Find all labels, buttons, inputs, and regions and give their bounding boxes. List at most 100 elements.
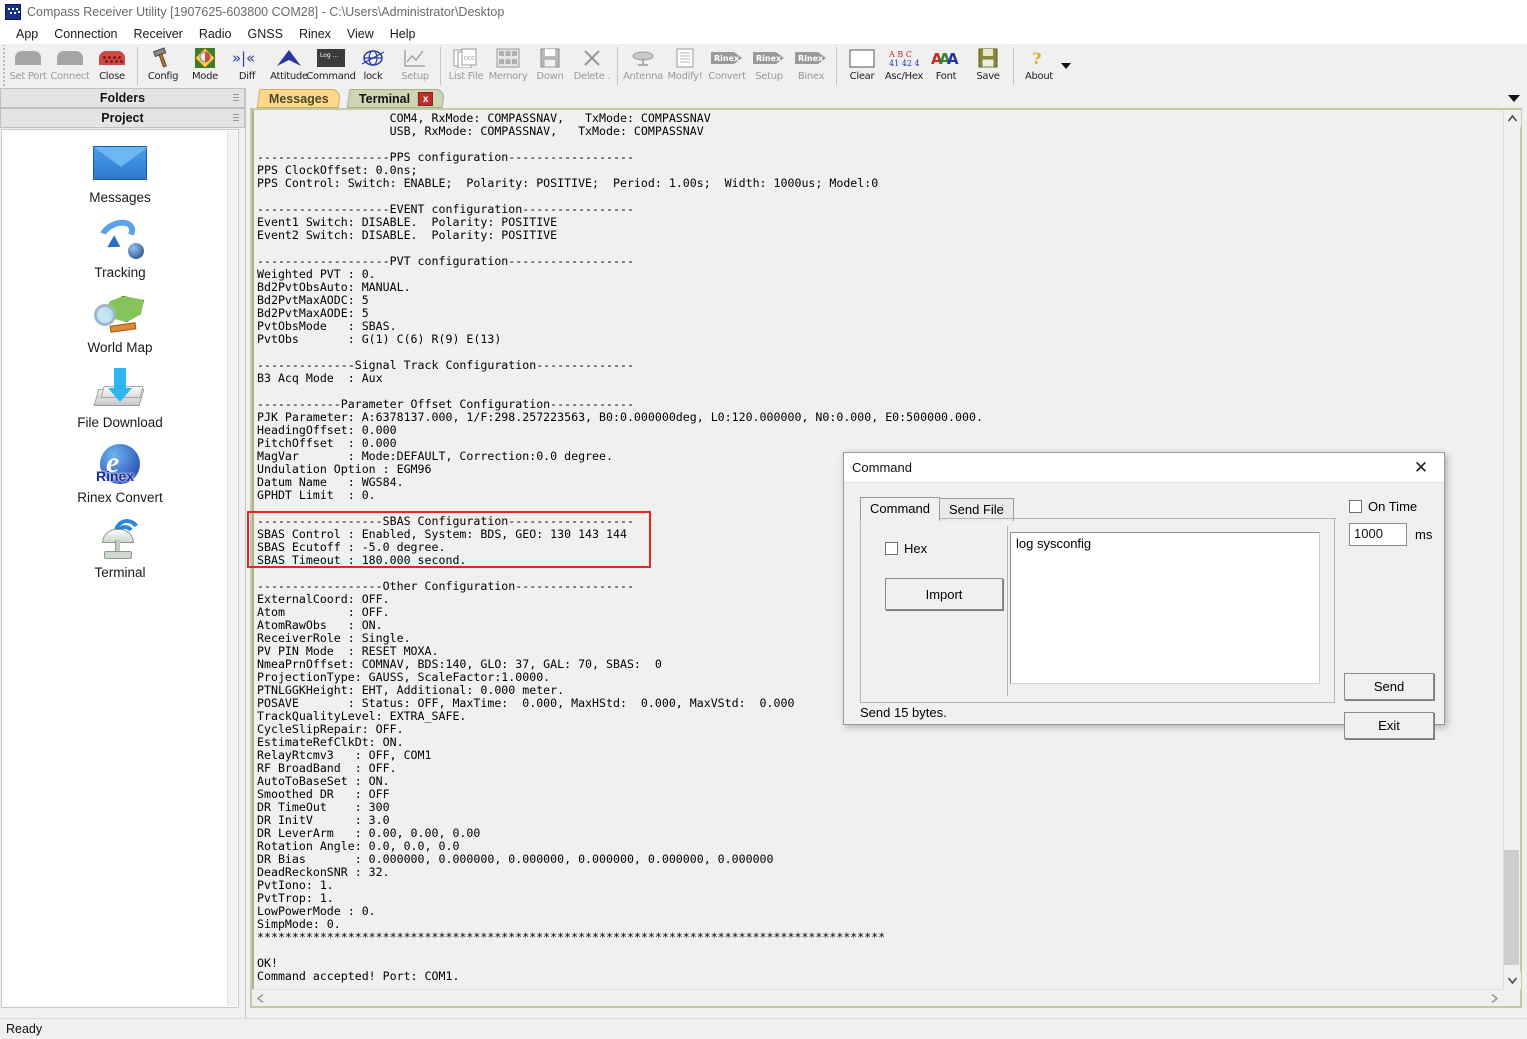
about-button[interactable]: ? About bbox=[1018, 44, 1060, 87]
menu-item-receiver[interactable]: Receiver bbox=[126, 26, 191, 42]
down-button[interactable]: Down bbox=[529, 44, 571, 87]
asc-hex-button[interactable]: A B C 41 42 43 Asc/Hex bbox=[883, 44, 925, 87]
scroll-left-button[interactable] bbox=[252, 990, 269, 1007]
svg-text:Rinex: Rinex bbox=[756, 54, 782, 63]
globe-lock-icon bbox=[355, 47, 391, 69]
toolbar-grip[interactable] bbox=[0, 45, 7, 87]
list-file-button[interactable]: DOC List File bbox=[445, 44, 487, 87]
import-button[interactable]: Import bbox=[885, 578, 1003, 610]
diff-label: Diff bbox=[238, 71, 256, 82]
save-button[interactable]: Save bbox=[967, 44, 1009, 87]
close-icon[interactable]: x bbox=[418, 91, 434, 106]
tab-messages[interactable]: Messages bbox=[256, 89, 342, 108]
terminal-vertical-scrollbar[interactable] bbox=[1503, 110, 1521, 989]
scroll-right-button[interactable] bbox=[1486, 990, 1503, 1007]
toolbar-overflow-button[interactable] bbox=[1060, 44, 1072, 87]
group-vertical-divider bbox=[1007, 526, 1008, 696]
scroll-down-button[interactable] bbox=[1504, 972, 1521, 989]
folders-header[interactable]: Folders bbox=[0, 88, 245, 108]
list-file-label: List File bbox=[448, 71, 484, 82]
tracking-arrow-icon bbox=[91, 214, 149, 261]
tab-terminal-label: Terminal bbox=[359, 91, 411, 106]
tab-terminal[interactable]: Terminal x bbox=[346, 89, 446, 108]
on-time-checkbox[interactable]: On Time bbox=[1349, 499, 1417, 514]
toolbar-group-view: Clear A B C 41 42 43 Asc/Hex A A A bbox=[841, 44, 1009, 89]
command-input[interactable]: log sysconfig bbox=[1010, 532, 1320, 684]
config-button[interactable]: Config bbox=[142, 44, 184, 87]
svg-text:A B C: A B C bbox=[888, 50, 912, 59]
rinex-logo-icon: e Rinex bbox=[91, 440, 149, 486]
checkbox-box-icon bbox=[1349, 500, 1362, 513]
modify-button[interactable]: Modify! bbox=[664, 44, 706, 87]
tab-list-dropdown-button[interactable] bbox=[1507, 91, 1521, 105]
attitude-button[interactable]: Attitude bbox=[268, 44, 310, 87]
send-button[interactable]: Send bbox=[1344, 673, 1434, 700]
port-icon bbox=[10, 47, 46, 69]
terminal-horizontal-scrollbar[interactable] bbox=[252, 989, 1503, 1006]
delete-button[interactable]: Delete . bbox=[571, 44, 613, 87]
rinex-setup-button[interactable]: Rinex Setup bbox=[748, 44, 790, 87]
hex-checkbox-label: Hex bbox=[904, 541, 928, 556]
vertical-scroll-thumb[interactable] bbox=[1504, 850, 1519, 965]
command-button[interactable]: Log ... Command bbox=[306, 44, 356, 87]
toolbar: Set Port Connect Close Config Mode » | «… bbox=[0, 43, 1527, 88]
sidebar-item-file-download[interactable]: File Download bbox=[2, 365, 238, 430]
close-port-button[interactable]: Close bbox=[91, 44, 133, 87]
project-header-label: Project bbox=[101, 111, 144, 125]
sidebar-item-label: Rinex Convert bbox=[77, 490, 163, 505]
font-button[interactable]: A A A Font bbox=[925, 44, 967, 87]
chevron-down-icon bbox=[1061, 62, 1071, 69]
sidebar-item-label: Messages bbox=[89, 190, 151, 205]
clear-label: Clear bbox=[849, 71, 875, 82]
dialog-tab-command[interactable]: Command bbox=[860, 497, 940, 521]
exit-button[interactable]: Exit bbox=[1344, 712, 1434, 739]
svg-text:«: « bbox=[246, 49, 255, 67]
menu-item-gnss[interactable]: GNSS bbox=[240, 26, 291, 42]
set-port-button[interactable]: Set Port bbox=[7, 44, 49, 87]
hex-checkbox[interactable]: Hex bbox=[885, 541, 927, 556]
lock-button[interactable]: lock bbox=[352, 44, 394, 87]
toolbar-separator bbox=[836, 47, 837, 85]
project-scrollbar[interactable] bbox=[227, 131, 237, 1006]
menu-item-radio[interactable]: Radio bbox=[191, 26, 240, 42]
menu-item-help[interactable]: Help bbox=[382, 26, 424, 42]
close-icon[interactable]: ✕ bbox=[1398, 453, 1444, 483]
svg-text:Log ...: Log ... bbox=[320, 52, 338, 59]
mode-button[interactable]: Mode bbox=[184, 44, 226, 87]
status-text: Ready bbox=[6, 1022, 43, 1036]
world-map-icon bbox=[91, 290, 149, 336]
scroll-up-button[interactable] bbox=[1504, 110, 1521, 127]
menu-item-view[interactable]: View bbox=[339, 26, 382, 42]
lock-label: lock bbox=[363, 71, 383, 82]
about-label: About bbox=[1024, 71, 1054, 82]
plug-icon bbox=[52, 47, 88, 69]
window-title: Compass Receiver Utility [1907625-603800… bbox=[27, 5, 505, 19]
floppy-down-icon bbox=[532, 47, 568, 69]
command-dialog: Command ✕ Command Send File Hex Import l… bbox=[843, 452, 1445, 739]
menu-item-app[interactable]: App bbox=[8, 26, 46, 42]
antenna-button[interactable]: Antenna bbox=[622, 44, 664, 87]
chevron-down-icon bbox=[1508, 94, 1520, 102]
project-header[interactable]: Project bbox=[0, 108, 245, 128]
diff-button[interactable]: » | « Diff bbox=[226, 44, 268, 87]
clear-button[interactable]: Clear bbox=[841, 44, 883, 87]
connect-button[interactable]: Connect bbox=[49, 44, 91, 87]
menu-item-connection[interactable]: Connection bbox=[46, 26, 125, 42]
rinex-convert-button[interactable]: Rinex Convert bbox=[706, 44, 748, 87]
menu-item-rinex[interactable]: Rinex bbox=[291, 26, 339, 42]
setup-button[interactable]: Setup bbox=[394, 44, 436, 87]
rinex-binex-button[interactable]: Rinex Binex bbox=[790, 44, 832, 87]
save-label: Save bbox=[976, 71, 1000, 82]
interval-input[interactable]: 1000 bbox=[1349, 523, 1407, 546]
diff-icon: » | « bbox=[229, 47, 265, 69]
folders-header-label: Folders bbox=[99, 91, 146, 105]
asc-hex-icon: A B C 41 42 43 bbox=[886, 47, 922, 69]
sidebar-item-terminal[interactable]: Terminal bbox=[2, 515, 238, 580]
memory-grid-icon bbox=[490, 47, 526, 69]
sidebar-item-messages[interactable]: Messages bbox=[2, 140, 238, 205]
sidebar-item-tracking[interactable]: Tracking bbox=[2, 214, 238, 280]
memory-button[interactable]: Memory bbox=[487, 44, 529, 87]
sidebar-item-world-map[interactable]: World Map bbox=[2, 290, 238, 355]
dialog-title: Command bbox=[852, 460, 912, 475]
sidebar-item-rinex-convert[interactable]: e Rinex Rinex Convert bbox=[2, 440, 238, 505]
